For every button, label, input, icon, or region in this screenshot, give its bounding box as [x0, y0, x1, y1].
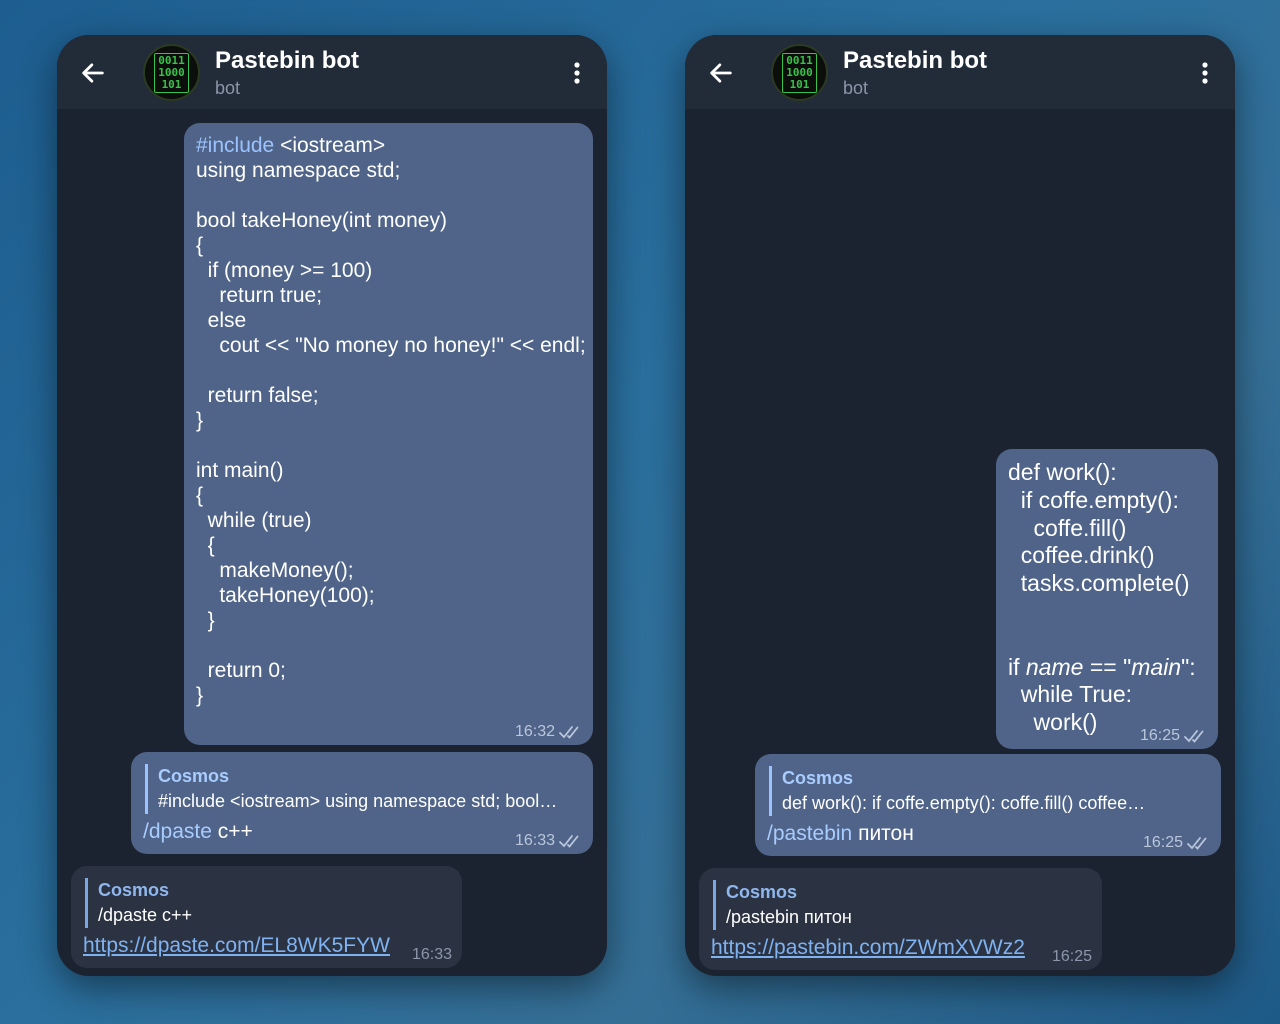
- more-vertical-icon[interactable]: [565, 59, 589, 87]
- message-time: 16:33: [412, 946, 452, 964]
- chat-title[interactable]: Pastebin bot: [215, 47, 359, 75]
- chat-header: 0011 1000 101 Pastebin bot bot: [685, 35, 1235, 109]
- command-argument: питон: [852, 822, 914, 845]
- chat-header: 0011 1000 101 Pastebin bot bot: [57, 35, 607, 109]
- time-text: 16:32: [514, 723, 555, 740]
- quote-text: #include <iostream> using namespace std;…: [158, 791, 558, 811]
- bot-avatar[interactable]: 0011 1000 101: [771, 44, 828, 101]
- reply-quote[interactable]: Cosmos /pastebin питон: [713, 880, 1090, 930]
- code-part-a: def work(): if coffe.empty(): coffe.fill…: [1008, 459, 1190, 680]
- reply-quote[interactable]: Cosmos #include <iostream> using namespa…: [145, 764, 581, 814]
- code-italic-main: main: [1131, 653, 1182, 680]
- code-italic-name: name: [1025, 653, 1084, 680]
- chat-window-pastebin: 0011 1000 101 Pastebin bot bot def work(…: [685, 35, 1235, 976]
- quote-text: /pastebin питон: [726, 907, 852, 927]
- quote-author: Cosmos: [782, 768, 854, 788]
- quote-text: def work(): if coffe.empty(): coffe.fill…: [782, 793, 1146, 813]
- message-time: 16:33: [515, 832, 583, 850]
- chat-subtitle: bot: [215, 78, 241, 98]
- double-check-icon: [559, 835, 579, 848]
- reply-quote[interactable]: Cosmos def work(): if coffe.empty(): cof…: [769, 766, 1209, 816]
- chat-subtitle: bot: [843, 78, 869, 98]
- chat-window-dpaste: 0011 1000 101 Pastebin bot bot #include …: [57, 35, 607, 976]
- outgoing-command-message[interactable]: Cosmos #include <iostream> using namespa…: [131, 752, 593, 854]
- outgoing-code-message[interactable]: def work(): if coffe.empty(): coffe.fill…: [996, 449, 1218, 749]
- bot-command-link[interactable]: /pastebin: [767, 822, 852, 845]
- time-text: 16:25: [1142, 834, 1183, 851]
- bot-command-link[interactable]: /dpaste: [143, 820, 212, 843]
- more-vertical-icon[interactable]: [1193, 59, 1217, 87]
- time-text: 16:33: [514, 832, 555, 849]
- chat-title[interactable]: Pastebin bot: [843, 47, 987, 75]
- code-body: using namespace std; bool takeHoney(int …: [196, 159, 586, 707]
- time-text: 16:25: [1051, 948, 1092, 965]
- code-part-b: == ": [1083, 653, 1132, 680]
- double-check-icon: [1184, 730, 1204, 743]
- paste-url-link[interactable]: https://dpaste.com/EL8WK5FYW: [83, 934, 390, 958]
- quote-author: Cosmos: [158, 766, 230, 786]
- command-line: /pastebin питон: [767, 822, 914, 846]
- message-time: 16:25: [1140, 727, 1208, 745]
- back-arrow-icon[interactable]: [707, 59, 735, 87]
- reply-quote[interactable]: Cosmos /dpaste c++: [85, 878, 450, 928]
- quote-author: Cosmos: [726, 882, 798, 902]
- incoming-bot-message[interactable]: Cosmos /dpaste c++ https://dpaste.com/EL…: [71, 866, 462, 968]
- double-check-icon: [559, 726, 579, 739]
- command-argument: c++: [211, 820, 253, 843]
- time-text: 16:33: [411, 946, 452, 963]
- paste-url-link[interactable]: https://pastebin.com/ZWmXVWz2: [711, 936, 1025, 960]
- code-hashtag[interactable]: #include: [196, 134, 274, 157]
- outgoing-command-message[interactable]: Cosmos def work(): if coffe.empty(): cof…: [755, 754, 1221, 856]
- avatar-binary-text: 0011 1000 101: [154, 52, 189, 93]
- outgoing-code-message[interactable]: #include <iostream> using namespace std;…: [184, 123, 593, 745]
- code-text: def work(): if coffe.empty(): coffe.fill…: [1008, 459, 1196, 737]
- double-check-icon: [1187, 837, 1207, 850]
- quote-author: Cosmos: [98, 880, 170, 900]
- bot-avatar[interactable]: 0011 1000 101: [143, 44, 200, 101]
- quote-text: /dpaste c++: [98, 905, 193, 925]
- incoming-bot-message[interactable]: Cosmos /pastebin питон https://pastebin.…: [699, 868, 1102, 970]
- avatar-binary-text: 0011 1000 101: [782, 52, 817, 93]
- message-time: 16:25: [1052, 948, 1092, 966]
- command-line: /dpaste c++: [143, 820, 253, 844]
- back-arrow-icon[interactable]: [79, 59, 107, 87]
- message-time: 16:32: [515, 723, 583, 741]
- time-text: 16:25: [1139, 727, 1180, 744]
- message-time: 16:25: [1143, 834, 1211, 852]
- code-first-line-rest: <iostream>: [274, 134, 386, 157]
- code-text: #include <iostream> using namespace std;…: [196, 133, 586, 708]
